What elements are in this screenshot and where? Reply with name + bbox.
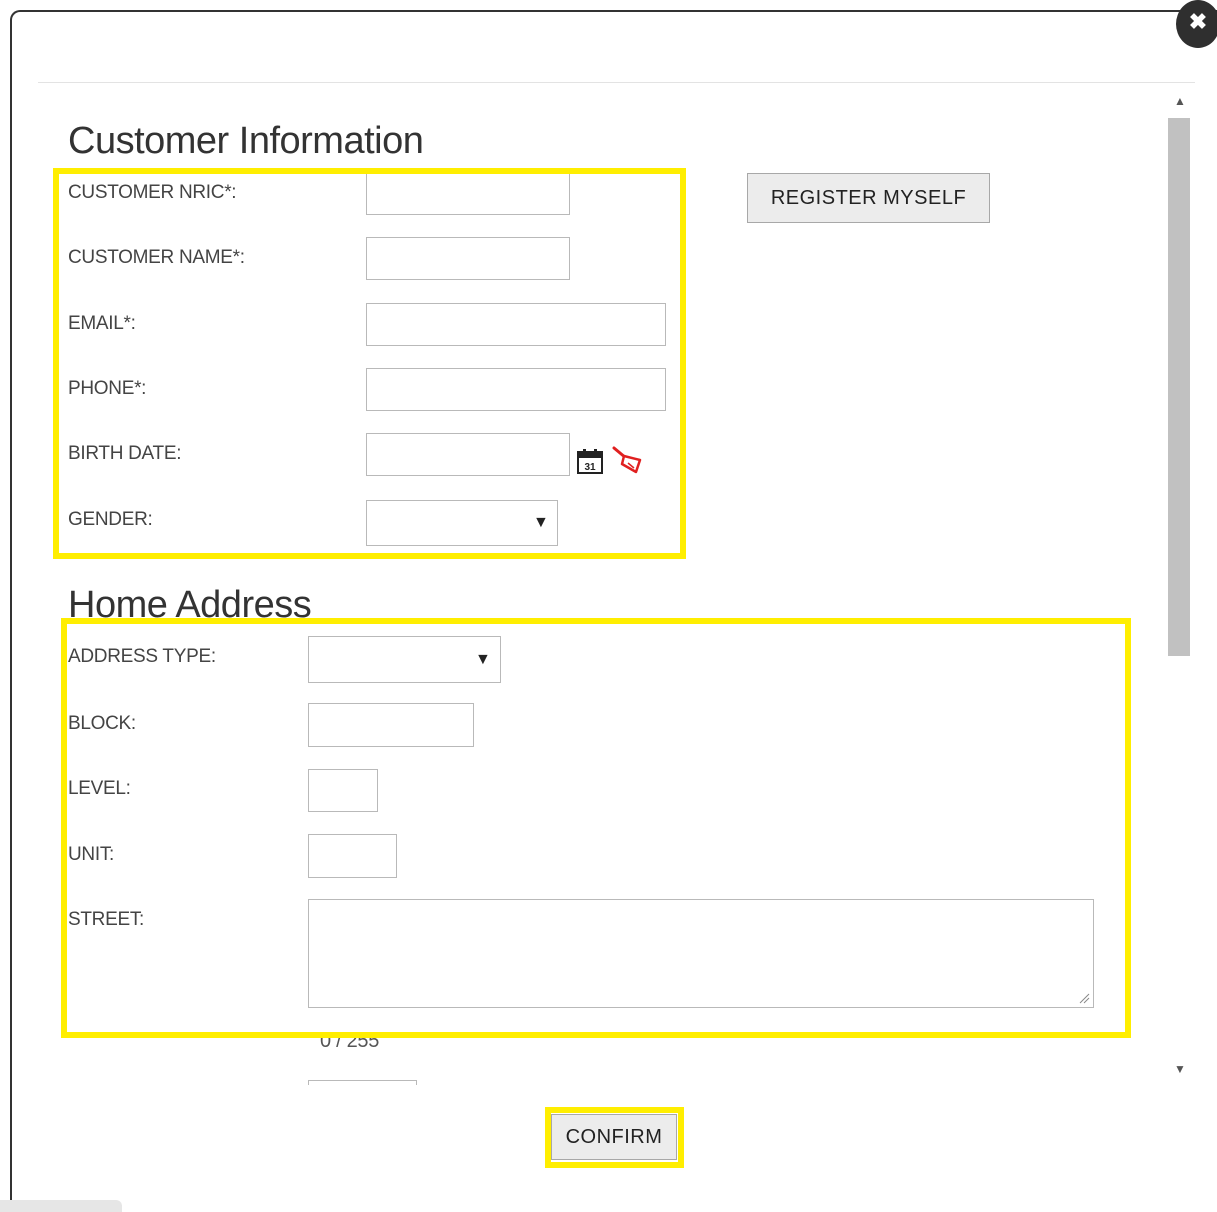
- street-textarea[interactable]: [308, 899, 1094, 1008]
- address-type-select[interactable]: ▼: [308, 636, 501, 683]
- confirm-button[interactable]: CONFIRM: [551, 1114, 677, 1160]
- close-icon[interactable]: ✖: [1176, 0, 1217, 48]
- resize-handle-icon[interactable]: [1078, 992, 1090, 1004]
- svg-text:31: 31: [584, 462, 596, 473]
- phone-label: PHONE*:: [68, 378, 147, 399]
- block-label: BLOCK:: [68, 713, 136, 734]
- calendar-icon[interactable]: 31: [576, 447, 604, 475]
- unit-label: UNIT:: [68, 844, 115, 865]
- street-char-count: 0 / 255: [320, 1030, 380, 1052]
- address-type-label: ADDRESS TYPE:: [68, 646, 216, 667]
- customer-nric-label: CUSTOMER NRIC*:: [68, 182, 237, 203]
- scrollbar-thumb[interactable]: [1168, 118, 1190, 656]
- scroll-down-icon[interactable]: ▼: [1170, 1062, 1190, 1078]
- gender-label: GENDER:: [68, 509, 153, 530]
- birth-date-label: BIRTH DATE:: [68, 443, 182, 464]
- customer-nric-input[interactable]: [366, 172, 570, 215]
- customer-name-input[interactable]: [366, 237, 570, 280]
- street-label: STREET:: [68, 909, 145, 930]
- register-myself-button[interactable]: REGISTER MYSELF: [747, 173, 990, 223]
- gender-select[interactable]: ▼: [366, 500, 558, 546]
- chevron-down-icon: ▼: [533, 514, 549, 531]
- scroll-up-icon[interactable]: ▲: [1170, 94, 1190, 110]
- home-address-title: Home Address: [68, 584, 312, 626]
- unit-input[interactable]: [308, 834, 397, 878]
- divider: [38, 82, 1195, 83]
- customer-information-title: Customer Information: [68, 120, 424, 162]
- scroll-area-clip: [12, 1085, 1192, 1105]
- birth-date-input[interactable]: [366, 433, 570, 476]
- email-label: EMAIL*:: [68, 313, 136, 334]
- chevron-down-icon: ▼: [475, 651, 491, 668]
- phone-input[interactable]: [366, 368, 666, 411]
- level-input[interactable]: [308, 769, 378, 812]
- email-input[interactable]: [366, 303, 666, 346]
- broom-clear-icon[interactable]: [610, 444, 646, 476]
- customer-name-label: CUSTOMER NAME*:: [68, 247, 245, 268]
- block-input[interactable]: [308, 703, 474, 747]
- bottom-tab: [0, 1200, 122, 1212]
- level-label: LEVEL:: [68, 778, 131, 799]
